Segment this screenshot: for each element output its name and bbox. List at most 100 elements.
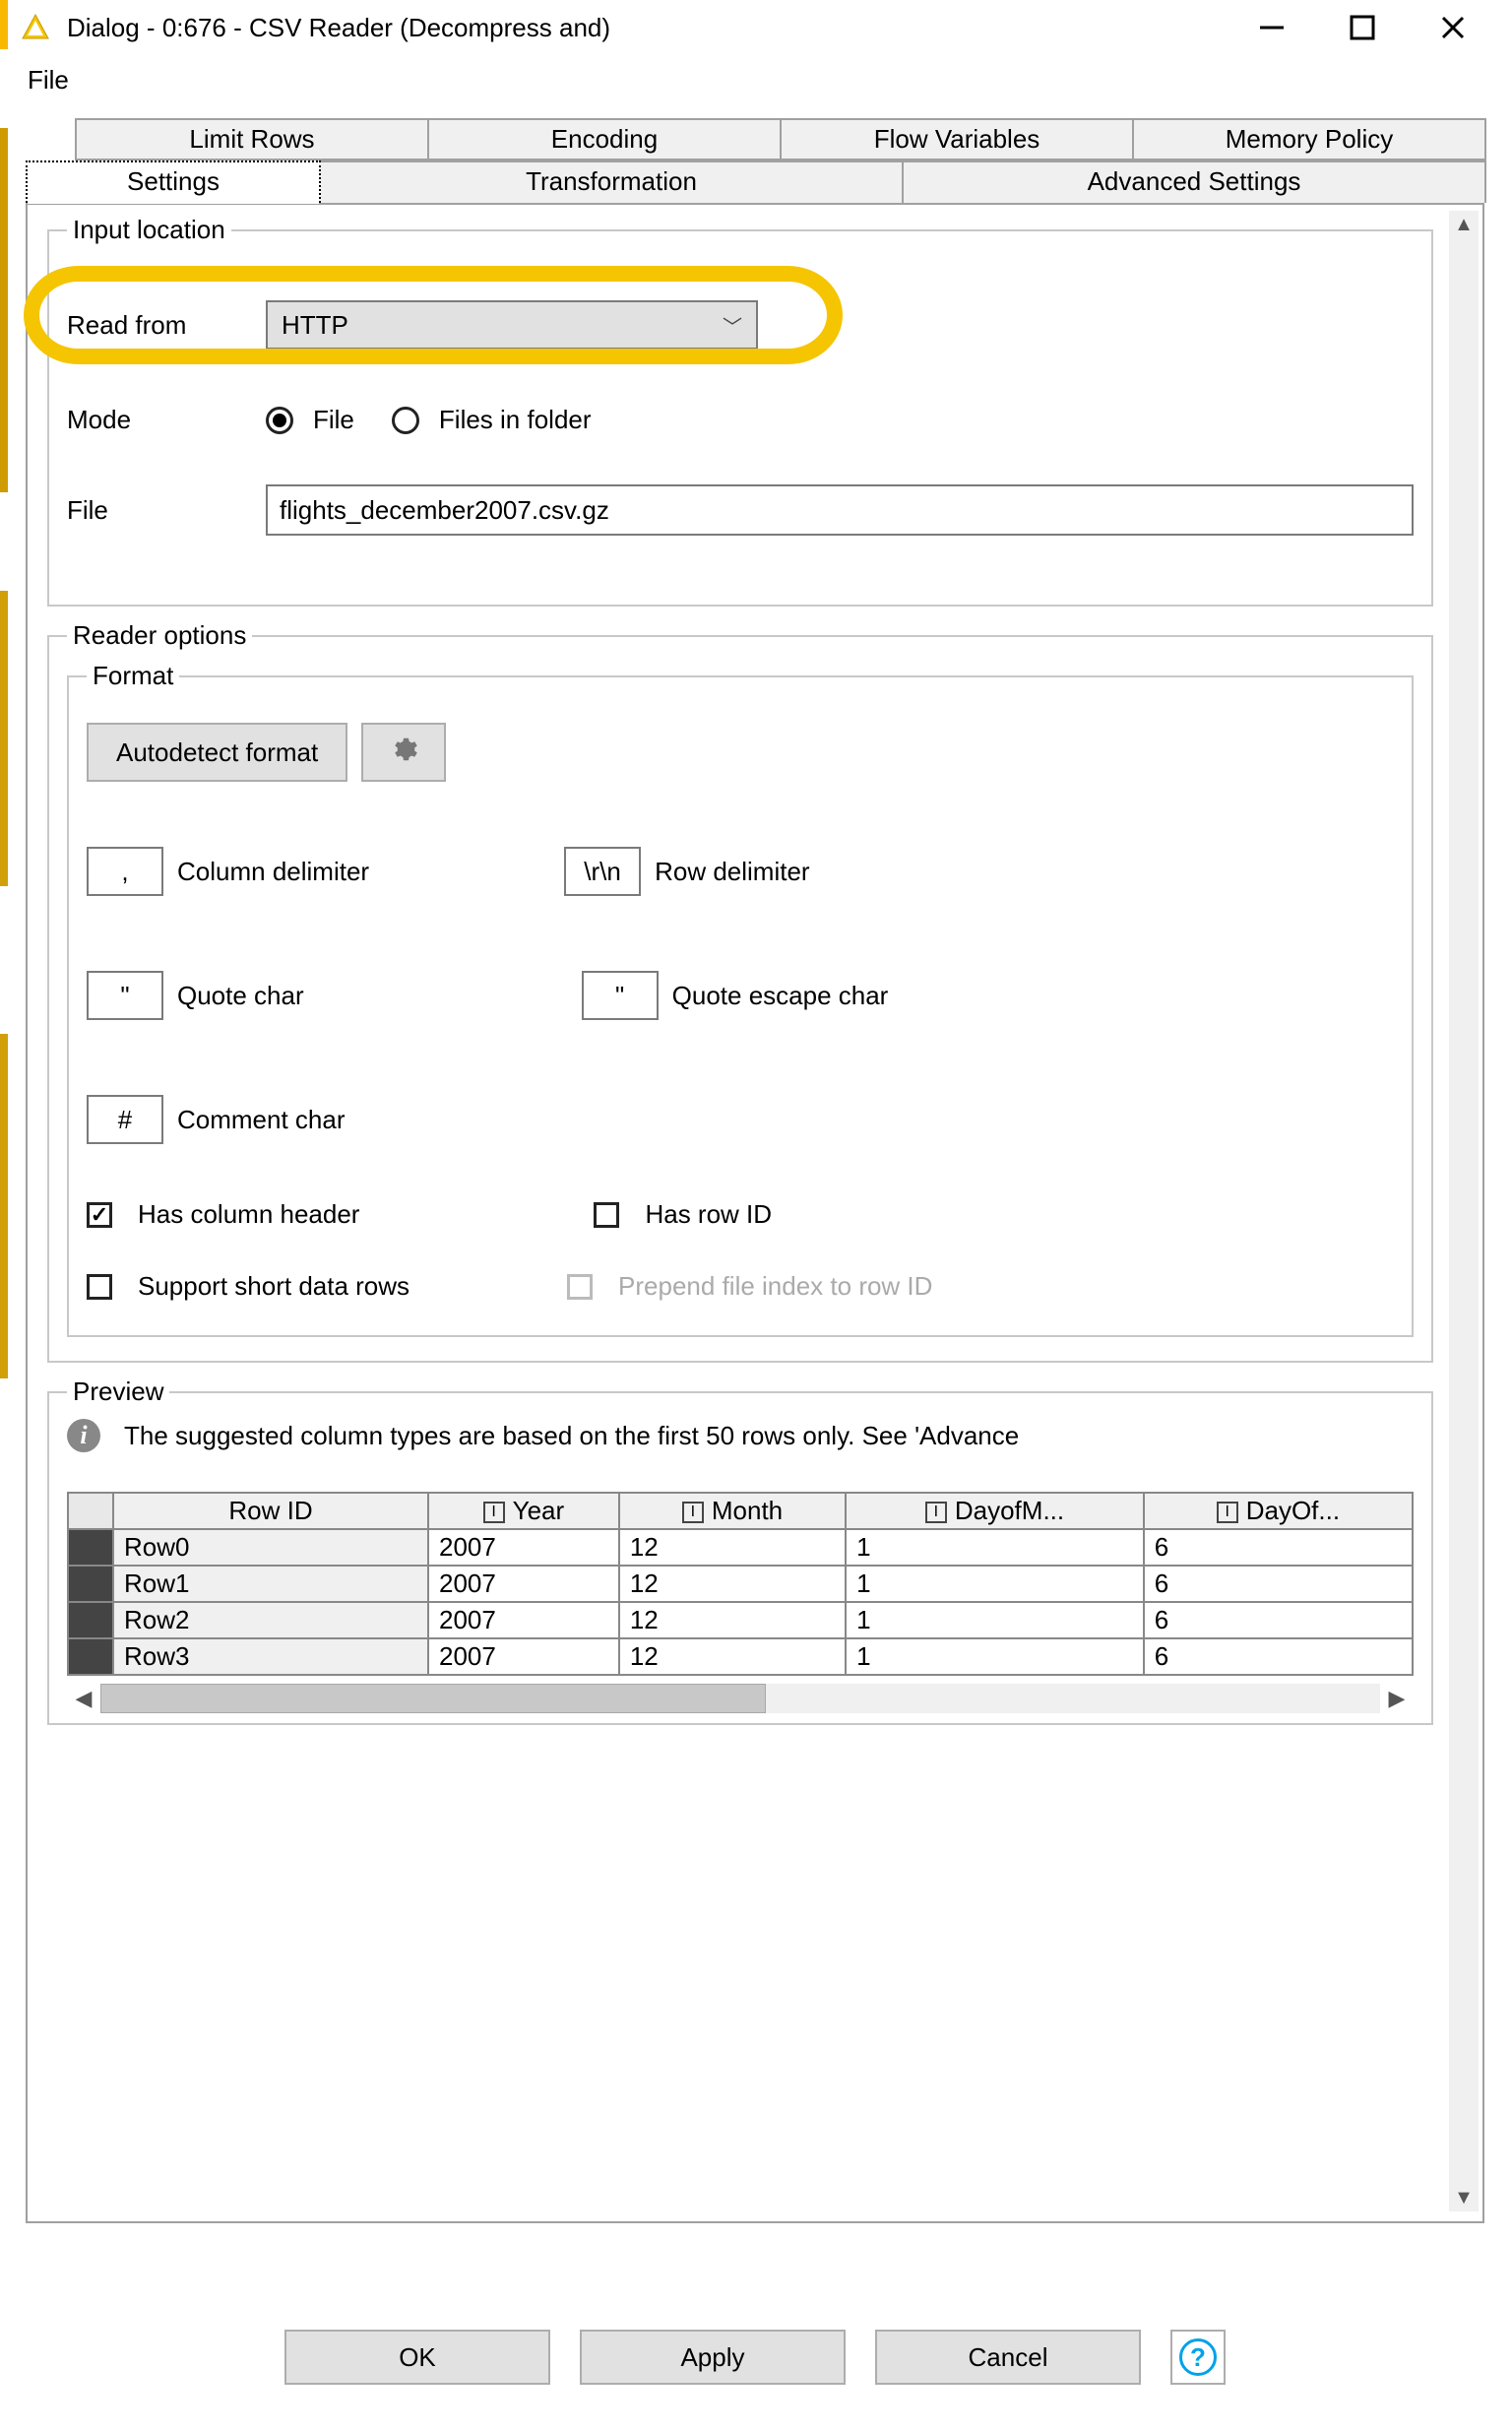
gear-icon [389,735,418,771]
window-title: Dialog - 0:676 - CSV Reader (Decompress … [67,13,1252,43]
checkbox-has-header[interactable] [87,1202,112,1228]
cell-rowid: Row0 [113,1529,428,1566]
tab-flow-variables[interactable]: Flow Variables [780,118,1134,160]
label-row-delimiter: Row delimiter [655,857,810,887]
preview-hscrollbar[interactable]: ◀ ▶ [67,1682,1414,1715]
label-has-rowid: Has row ID [645,1199,772,1230]
cell: 12 [619,1529,846,1566]
legend-preview: Preview [67,1376,169,1407]
combo-read-from-value: HTTP [282,310,348,341]
cell-rowid: Row1 [113,1566,428,1602]
chevron-down-icon: ﹀ [723,311,742,340]
cell: 1 [846,1566,1144,1602]
fieldset-input-location: Input location Read from HTTP ﹀ Mode Fil… [47,215,1433,607]
info-icon: i [67,1419,100,1452]
tab-encoding[interactable]: Encoding [427,118,782,160]
label-comment-char: Comment char [177,1105,346,1135]
cell: 1 [846,1638,1144,1675]
checkbox-short-rows[interactable] [87,1274,112,1300]
radio-mode-file[interactable] [266,407,293,434]
scroll-down-icon[interactable]: ▼ [1449,2184,1479,2211]
maximize-button[interactable] [1343,8,1382,47]
checkbox-prepend-index [567,1274,593,1300]
scroll-up-icon[interactable]: ▲ [1449,211,1479,238]
tabs-secondary-row: Limit Rows Encoding Flow Variables Memor… [26,118,1484,160]
scroll-right-icon[interactable]: ▶ [1380,1682,1414,1715]
tabs-primary-row: Settings Transformation Advanced Setting… [26,160,1484,205]
col-dayofweek[interactable]: IDayOf... [1144,1493,1413,1529]
row-selector[interactable] [68,1638,113,1675]
input-row-delimiter[interactable]: \r\n [564,847,641,896]
preview-note: The suggested column types are based on … [124,1421,1019,1451]
cell-rowid: Row2 [113,1602,428,1638]
hscroll-track[interactable] [100,1684,1380,1713]
input-col-delimiter[interactable]: , [87,847,163,896]
table-row[interactable]: Row320071216 [68,1638,1413,1675]
input-quote-char[interactable]: " [87,971,163,1020]
apply-button[interactable]: Apply [580,2330,846,2385]
legend-format: Format [87,661,179,691]
col-rowid[interactable]: Row ID [113,1493,428,1529]
cell: 1 [846,1602,1144,1638]
menu-file[interactable]: File [28,65,69,95]
dialog-footer: OK Apply Cancel ? [26,2330,1484,2385]
combo-read-from[interactable]: HTTP ﹀ [266,300,758,350]
cell: 12 [619,1602,846,1638]
label-quote-char: Quote char [177,981,304,1011]
window-buttons [1252,8,1512,47]
ok-button[interactable]: OK [284,2330,550,2385]
app-icon [20,12,51,43]
integer-icon: I [1217,1502,1238,1523]
row-selector[interactable] [68,1566,113,1602]
autodetect-button[interactable]: Autodetect format [87,723,347,782]
cell: 6 [1144,1529,1413,1566]
tab-advanced-settings[interactable]: Advanced Settings [902,160,1486,203]
hscroll-thumb[interactable] [100,1684,766,1713]
cell: 6 [1144,1602,1413,1638]
table-row[interactable]: Row220071216 [68,1602,1413,1638]
cell: 12 [619,1566,846,1602]
help-button[interactable]: ? [1170,2330,1226,2385]
radio-mode-file-label: File [313,405,354,435]
tab-memory-policy[interactable]: Memory Policy [1132,118,1486,160]
tab-transformation[interactable]: Transformation [319,160,904,203]
settings-vscrollbar[interactable]: ▲ ▼ [1449,211,1479,2211]
scroll-left-icon[interactable]: ◀ [67,1682,100,1715]
cell: 2007 [428,1602,619,1638]
integer-icon: I [682,1502,704,1523]
legend-input-location: Input location [67,215,231,245]
tab-content-settings: Input location Read from HTTP ﹀ Mode Fil… [26,205,1484,2223]
cell: 2007 [428,1566,619,1602]
col-dayofmonth[interactable]: IDayofM... [846,1493,1144,1529]
table-corner [68,1493,113,1529]
cell: 2007 [428,1529,619,1566]
input-file-path[interactable]: flights_december2007.csv.gz [266,484,1414,536]
close-button[interactable] [1433,8,1473,47]
label-col-delimiter: Column delimiter [177,857,369,887]
tab-limit-rows[interactable]: Limit Rows [75,118,429,160]
row-selector[interactable] [68,1602,113,1638]
cell: 6 [1144,1638,1413,1675]
label-file: File [67,495,252,526]
dialog-client: Limit Rows Encoding Flow Variables Memor… [26,118,1484,2402]
row-selector[interactable] [68,1529,113,1566]
table-row[interactable]: Row120071216 [68,1566,1413,1602]
minimize-button[interactable] [1252,8,1292,47]
checkbox-has-rowid[interactable] [594,1202,619,1228]
fieldset-preview: Preview i The suggested column types are… [47,1376,1433,1725]
table-row[interactable]: Row020071216 [68,1529,1413,1566]
col-year[interactable]: IYear [428,1493,619,1529]
input-file-path-value: flights_december2007.csv.gz [280,495,609,526]
col-month[interactable]: IMonth [619,1493,846,1529]
autodetect-settings-button[interactable] [361,723,446,782]
titlebar: Dialog - 0:676 - CSV Reader (Decompress … [0,0,1512,55]
input-comment-char[interactable]: # [87,1095,163,1144]
radio-mode-folder[interactable] [392,407,419,434]
cancel-button[interactable]: Cancel [875,2330,1141,2385]
table-header-row: Row ID IYear IMonth IDayofM... IDayOf... [68,1493,1413,1529]
radio-mode-folder-label: Files in folder [439,405,592,435]
fieldset-format: Format Autodetect format , Column delimi… [67,661,1414,1337]
label-read-from: Read from [67,310,252,341]
tab-settings[interactable]: Settings [26,160,321,203]
input-escape-char[interactable]: " [582,971,659,1020]
